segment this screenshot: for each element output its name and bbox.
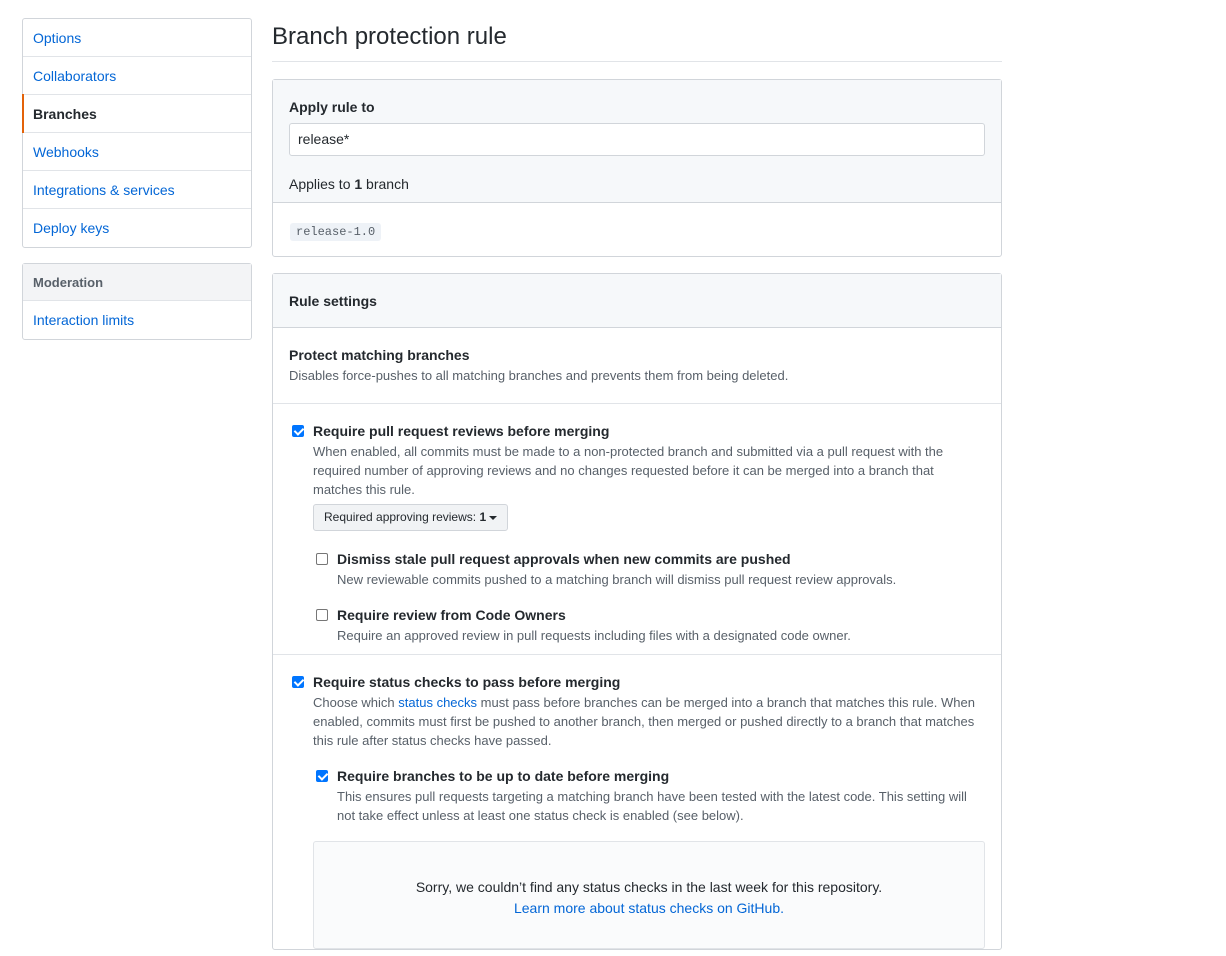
apply-rule-label: Apply rule to	[289, 99, 375, 115]
sidebar-item-collaborators[interactable]: Collaborators	[23, 57, 251, 95]
require-status-desc: Choose which status checks must pass bef…	[313, 693, 985, 750]
up-to-date-checkbox[interactable]	[316, 770, 328, 782]
protect-desc: Disables force-pushes to all matching br…	[289, 368, 789, 383]
settings-menu: Options Collaborators Branches Webhooks …	[22, 18, 252, 248]
main-content: Branch protection rule Apply rule to rel…	[272, 0, 1002, 950]
sidebar-item-branches[interactable]: Branches	[22, 94, 251, 133]
approving-reviews-value: 1	[479, 510, 487, 524]
approving-reviews-label: Required approving reviews:	[324, 510, 477, 524]
require-status-checkbox[interactable]	[292, 676, 304, 688]
code-owners-option: Require review from Code Owners Require …	[313, 606, 985, 645]
no-status-checks-message: Sorry, we couldn’t find any status check…	[415, 879, 883, 895]
page-title: Branch protection rule	[272, 0, 1002, 62]
dismiss-stale-title: Dismiss stale pull request approvals whe…	[337, 551, 791, 567]
dismiss-stale-checkbox[interactable]	[316, 553, 328, 565]
branch-pattern-input[interactable]: release*	[289, 123, 985, 156]
caret-down-icon	[489, 515, 498, 520]
sidebar-item-deploy-keys[interactable]: Deploy keys	[23, 209, 251, 247]
applies-prefix: Applies to	[289, 176, 355, 192]
applies-to-text: Applies to 1 branch	[289, 176, 985, 192]
up-to-date-title: Require branches to be up to date before…	[337, 768, 670, 784]
code-owners-title: Require review from Code Owners	[337, 607, 566, 623]
require-reviews-option: Require pull request reviews before merg…	[289, 422, 985, 645]
moderation-menu: Moderation Interaction limits	[22, 263, 252, 340]
no-status-checks-blankslate: Sorry, we couldn’t find any status check…	[313, 841, 985, 949]
code-owners-desc: Require an approved review in pull reque…	[337, 628, 851, 643]
protect-title: Protect matching branches	[289, 347, 470, 363]
apply-rule-box: Apply rule to release* Applies to 1 bran…	[272, 79, 1002, 257]
matching-branches: release-1.0	[273, 203, 1001, 256]
require-reviews-title: Require pull request reviews before merg…	[313, 423, 610, 439]
require-reviews-checkbox[interactable]	[292, 425, 304, 437]
matching-branch-name: release-1.0	[290, 223, 382, 241]
sidebar-item-options[interactable]: Options	[23, 19, 251, 57]
dismiss-stale-option: Dismiss stale pull request approvals whe…	[313, 550, 985, 589]
rule-settings-box: Rule settings Protect matching branches …	[272, 273, 1002, 950]
up-to-date-option: Require branches to be up to date before…	[313, 767, 985, 825]
status-checks-section: Require status checks to pass before mer…	[273, 655, 1001, 949]
apply-rule-header: Apply rule to release* Applies to 1 bran…	[273, 80, 1001, 203]
sidebar-item-integrations[interactable]: Integrations & services	[23, 171, 251, 209]
approving-reviews-select[interactable]: Required approving reviews: 1	[313, 504, 509, 531]
code-owners-checkbox[interactable]	[316, 609, 328, 621]
sidebar-item-interaction-limits[interactable]: Interaction limits	[23, 301, 251, 339]
status-checks-help-link[interactable]: Learn more about status checks on GitHub…	[314, 898, 984, 919]
status-desc-before: Choose which	[313, 695, 399, 710]
applies-count: 1	[354, 176, 363, 192]
settings-sidebar: Options Collaborators Branches Webhooks …	[22, 18, 252, 355]
moderation-heading: Moderation	[23, 264, 251, 301]
require-status-title: Require status checks to pass before mer…	[313, 674, 621, 690]
applies-suffix: branch	[362, 176, 409, 192]
require-reviews-desc: When enabled, all commits must be made t…	[313, 444, 944, 497]
up-to-date-desc: This ensures pull requests targeting a m…	[337, 789, 967, 823]
require-status-option: Require status checks to pass before mer…	[289, 673, 985, 825]
protect-section: Protect matching branches Disables force…	[273, 328, 1001, 404]
sidebar-item-webhooks[interactable]: Webhooks	[23, 133, 251, 171]
rule-settings-heading: Rule settings	[273, 274, 1001, 328]
status-checks-link[interactable]: status checks	[398, 695, 477, 710]
reviews-section: Require pull request reviews before merg…	[273, 404, 1001, 655]
dismiss-stale-desc: New reviewable commits pushed to a match…	[337, 572, 897, 587]
